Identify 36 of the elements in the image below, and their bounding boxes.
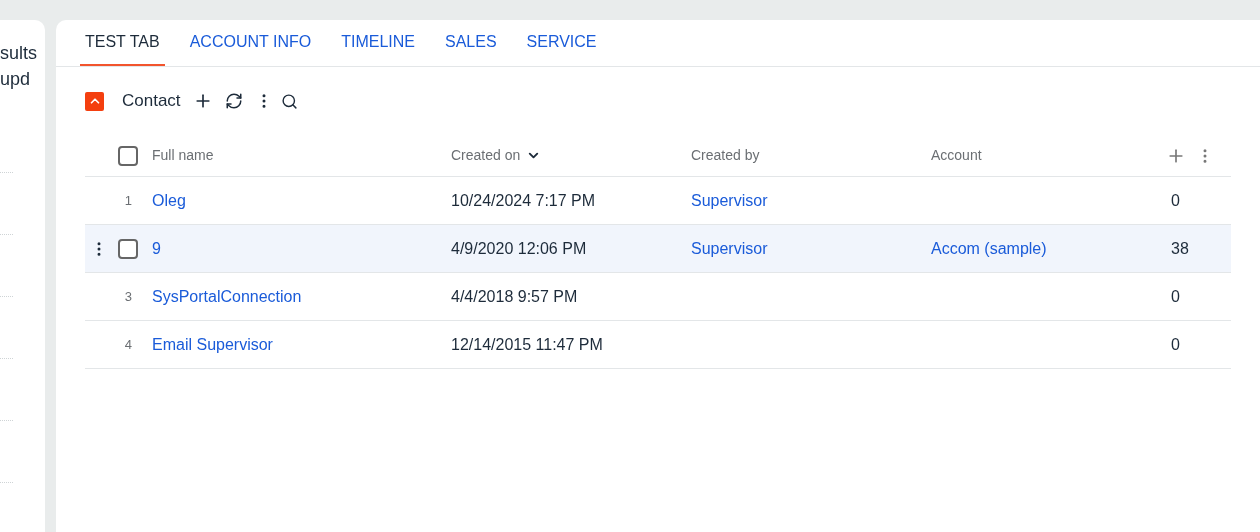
link[interactable]: Oleg: [152, 191, 186, 209]
table-cell: 0: [1171, 287, 1180, 305]
column-header[interactable]: Created on: [451, 145, 521, 166]
tab[interactable]: TEST TAB: [80, 30, 165, 66]
table-cell: 12/14/2015 11:47 PM: [451, 335, 603, 353]
table-cell: 4/9/2020 12:06 PM: [451, 239, 587, 257]
row-number: 1: [124, 191, 133, 210]
table-cell: 10/24/2024 7:17 PM: [451, 191, 596, 209]
link[interactable]: Email Supervisor: [152, 335, 273, 353]
panel-text: sults: [0, 42, 38, 65]
tab[interactable]: ACCOUNT INFO: [184, 30, 317, 66]
table-cell: 38: [1171, 239, 1189, 257]
link[interactable]: Supervisor: [691, 239, 768, 257]
link[interactable]: 9: [152, 239, 161, 257]
column-header[interactable]: Full name: [152, 145, 214, 166]
select-all-checkbox[interactable]: [118, 145, 138, 166]
link[interactable]: Supervisor: [691, 191, 768, 209]
table-cell: 0: [1171, 335, 1180, 353]
table-cell: 4/4/2018 9:57 PM: [451, 287, 578, 305]
search-icon[interactable]: [280, 92, 298, 110]
tab[interactable]: SALES: [439, 30, 502, 66]
row-checkbox[interactable]: [118, 238, 138, 259]
tab[interactable]: SERVICE: [521, 30, 602, 66]
table-row[interactable]: 9 4/9/2020 12:06 PM Supervisor Accom (sample) 38: [85, 225, 1231, 273]
panel-text: upd: [0, 68, 32, 91]
column-header[interactable]: Created by: [691, 145, 760, 166]
section-title: Contact: [122, 90, 181, 113]
table-cell: 0: [1171, 191, 1180, 209]
collapse-button[interactable]: [85, 91, 104, 111]
column-header[interactable]: Account: [931, 145, 982, 166]
tab[interactable]: TIMELINE: [336, 30, 420, 66]
refresh-icon[interactable]: [224, 92, 243, 110]
row-number: 3: [124, 287, 133, 306]
row-number: 4: [124, 335, 133, 354]
link[interactable]: SysPortalConnection: [152, 287, 302, 305]
link[interactable]: Accom (sample): [931, 239, 1047, 257]
